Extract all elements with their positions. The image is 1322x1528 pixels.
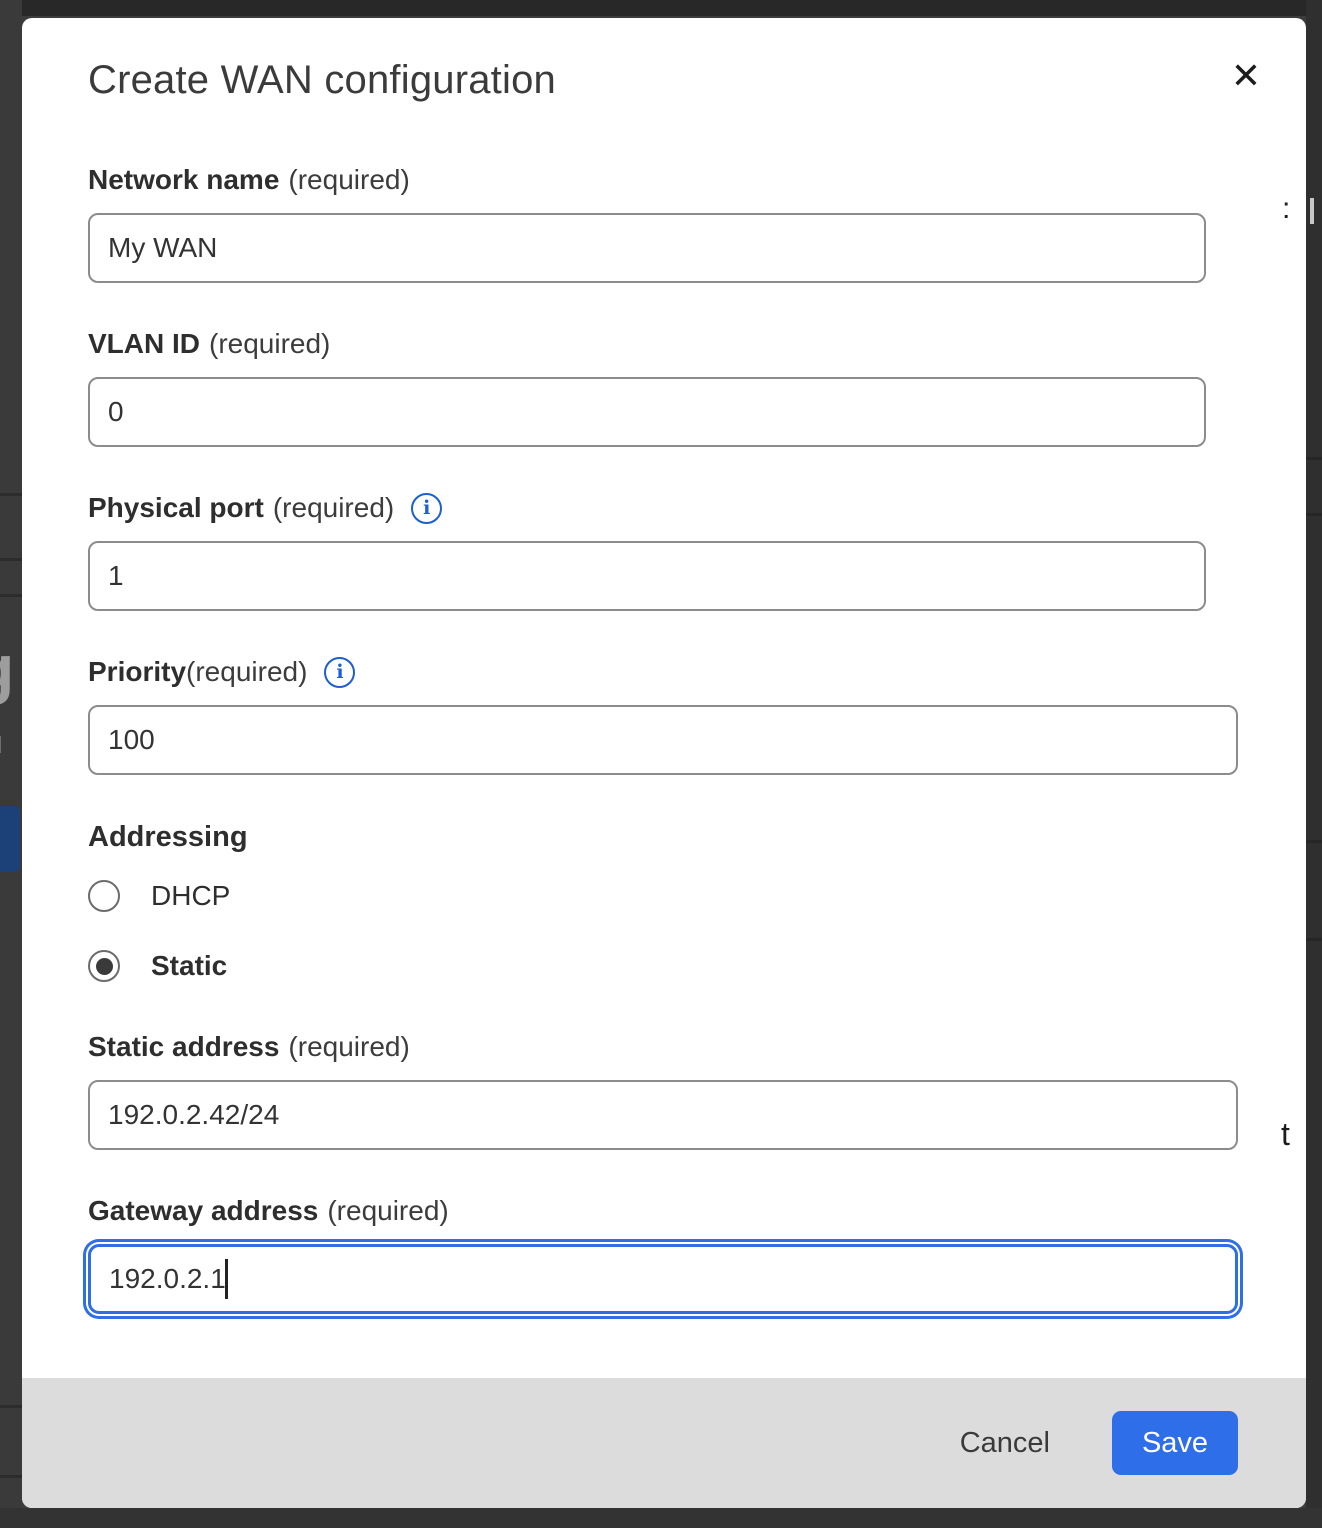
background-text-fragment: t xyxy=(1281,1116,1290,1153)
background-row-divider xyxy=(0,594,22,597)
create-wan-dialog: ✕ Create WAN configuration Network name … xyxy=(22,18,1306,1508)
radio-option[interactable]: Static xyxy=(88,950,1240,982)
field-group-network-name: Network name (required) xyxy=(88,163,1240,283)
label-text: Network name xyxy=(88,163,279,197)
vlan-id-input[interactable] xyxy=(88,377,1206,447)
background-right-sliver xyxy=(1306,0,1322,1528)
field-group-priority: Priority (required) i xyxy=(88,655,1240,775)
background-row-divider xyxy=(1306,840,1322,843)
background-bottom-strip xyxy=(0,1508,1322,1528)
field-group-gateway-address: Gateway address (required) xyxy=(88,1194,1240,1314)
priority-label: Priority (required) i xyxy=(88,655,1240,689)
dialog-content: ✕ Create WAN configuration Network name … xyxy=(22,18,1306,1378)
gateway-address-input[interactable] xyxy=(88,1244,1238,1314)
vlan-id-label: VLAN ID (required) xyxy=(88,327,1240,361)
background-row-divider xyxy=(1306,457,1322,460)
radio-static-label: Static xyxy=(151,950,227,982)
info-icon[interactable]: i xyxy=(411,493,442,524)
required-hint: (required) xyxy=(288,1030,409,1064)
background-text-fragment: g xyxy=(0,630,14,706)
background-row-divider xyxy=(0,1405,22,1408)
label-text: Priority xyxy=(88,655,186,689)
background-left-sliver: g u xyxy=(0,0,22,1528)
gateway-input-wrapper xyxy=(88,1244,1238,1314)
background-row-divider xyxy=(0,493,22,496)
label-text: Physical port xyxy=(88,491,264,525)
background-text-fragment xyxy=(1310,198,1314,224)
background-row-divider xyxy=(0,558,22,561)
background-row-divider xyxy=(0,1475,22,1478)
required-hint: (required) xyxy=(288,163,409,197)
network-name-input[interactable] xyxy=(88,213,1206,283)
field-group-vlan-id: VLAN ID (required) xyxy=(88,327,1240,447)
radio-dhcp-label: DHCP xyxy=(151,880,230,912)
radio-static-icon[interactable] xyxy=(88,950,120,982)
close-icon[interactable]: ✕ xyxy=(1224,54,1268,98)
background-text-fragment: : xyxy=(1282,192,1290,226)
background-row-divider xyxy=(1306,938,1322,941)
cancel-button[interactable]: Cancel xyxy=(954,1426,1056,1461)
dialog-title: Create WAN configuration xyxy=(88,58,1240,103)
dialog-footer: Cancel Save xyxy=(22,1378,1306,1508)
required-hint: (required) xyxy=(327,1194,448,1228)
radio-dhcp-icon[interactable] xyxy=(88,880,120,912)
network-name-label: Network name (required) xyxy=(88,163,1240,197)
background-blue-button-fragment xyxy=(0,806,20,872)
background-text-fragment: u xyxy=(0,724,3,761)
addressing-heading: Addressing xyxy=(88,821,1240,854)
label-text: VLAN ID xyxy=(88,327,200,361)
required-hint: (required) xyxy=(186,655,307,689)
field-group-physical-port: Physical port (required) i xyxy=(88,491,1240,611)
priority-input[interactable] xyxy=(88,705,1238,775)
required-hint: (required) xyxy=(209,327,330,361)
static-address-input[interactable] xyxy=(88,1080,1238,1150)
label-text: Static address xyxy=(88,1030,279,1064)
required-hint: (required) xyxy=(273,491,394,525)
gateway-address-label: Gateway address (required) xyxy=(88,1194,1240,1228)
field-group-static-address: Static address (required) xyxy=(88,1030,1240,1150)
physical-port-label: Physical port (required) i xyxy=(88,491,1240,525)
info-icon[interactable]: i xyxy=(324,657,355,688)
save-button[interactable]: Save xyxy=(1112,1411,1238,1475)
radio-option[interactable]: DHCP xyxy=(88,880,1240,912)
background-top-strip xyxy=(0,0,1322,16)
text-cursor xyxy=(225,1259,228,1299)
static-address-label: Static address (required) xyxy=(88,1030,1240,1064)
background-row-divider xyxy=(1306,513,1322,516)
label-text: Gateway address xyxy=(88,1194,318,1228)
physical-port-input[interactable] xyxy=(88,541,1206,611)
